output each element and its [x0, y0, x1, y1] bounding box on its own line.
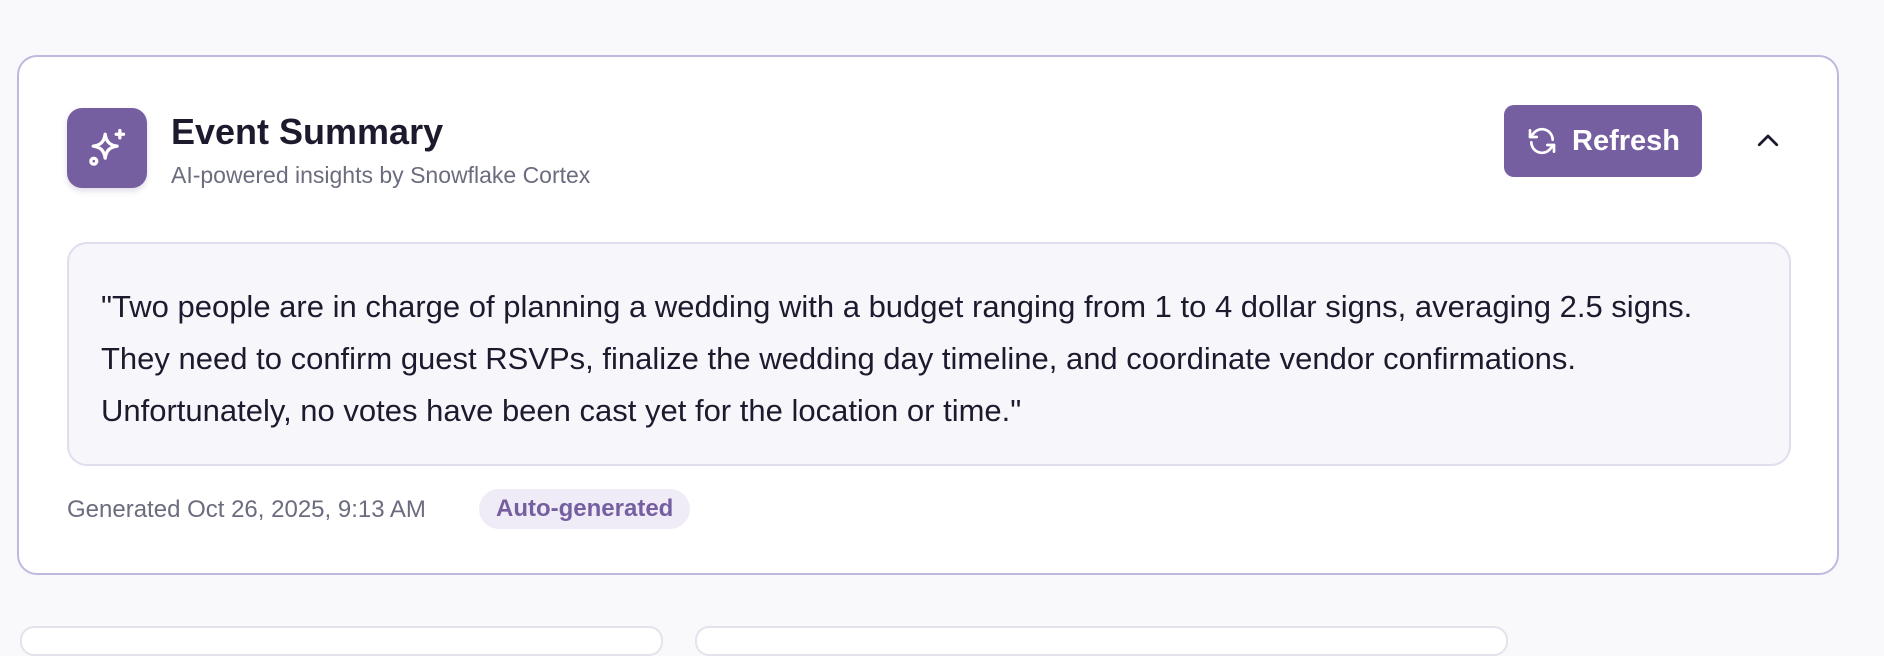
generated-timestamp: Generated Oct 26, 2025, 9:13 AM — [67, 496, 426, 523]
event-summary-card: Event Summary AI-powered insights by Sno… — [17, 55, 1839, 575]
refresh-button-label: Refresh — [1572, 124, 1680, 157]
card-subtitle: AI-powered insights by Snowflake Cortex — [171, 162, 591, 188]
sparkles-icon — [67, 108, 147, 188]
summary-text: "Two people are in charge of planning a … — [101, 289, 1693, 428]
card-title: Event Summary — [171, 111, 444, 152]
next-card-right — [695, 626, 1508, 656]
summary-box: "Two people are in charge of planning a … — [67, 242, 1791, 466]
chevron-up-icon — [1757, 134, 1779, 147]
collapse-button[interactable] — [1744, 117, 1792, 165]
auto-generated-badge: Auto-generated — [479, 489, 691, 529]
next-card-left — [20, 626, 663, 656]
refresh-button[interactable]: Refresh — [1504, 105, 1702, 177]
refresh-icon — [1528, 127, 1556, 155]
